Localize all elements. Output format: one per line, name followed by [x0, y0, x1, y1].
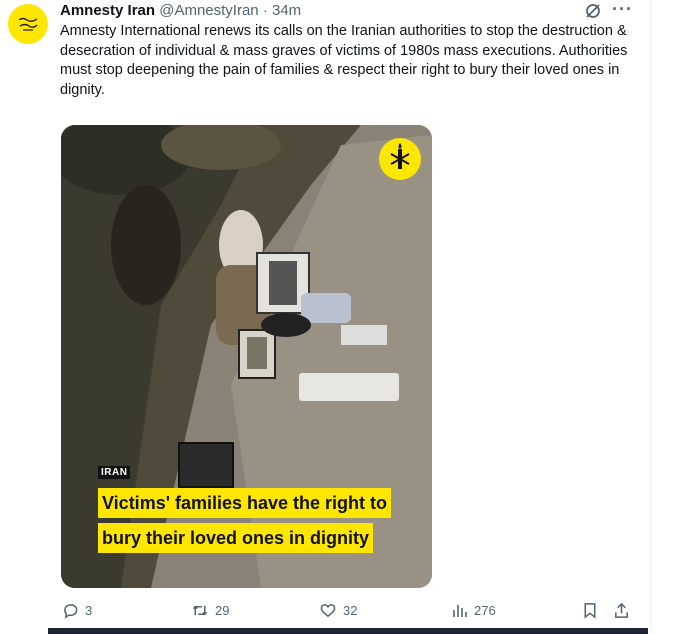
- repost-button[interactable]: 29: [191, 602, 229, 619]
- author-handle[interactable]: @AmnestyIran: [159, 2, 258, 19]
- repost-icon: [192, 605, 208, 616]
- column-divider: [650, 0, 651, 634]
- tweet-timestamp[interactable]: 34m: [272, 2, 301, 19]
- more-icon[interactable]: ···: [612, 0, 633, 20]
- bookmark-icon: [584, 603, 596, 619]
- bookmark-button[interactable]: [582, 602, 598, 619]
- reply-count: 3: [85, 603, 93, 618]
- tweet-actions: 3 29 32 276: [60, 602, 640, 626]
- amnesty-logo-badge: [379, 138, 421, 180]
- author-name[interactable]: Amnesty Iran: [60, 2, 155, 19]
- like-count: 32: [343, 603, 358, 618]
- header-separator: ·: [262, 2, 268, 19]
- like-button[interactable]: 32: [319, 602, 357, 619]
- amnesty-candle-icon: [390, 143, 410, 169]
- media-caption-line-2: bury their loved ones in dignity: [98, 523, 374, 553]
- views-count: 276: [474, 602, 496, 618]
- views-button[interactable]: 276: [452, 602, 496, 618]
- tweet-text: Amnesty International renews its calls o…: [60, 23, 628, 98]
- media-caption-line-1: Victims' families have the right to: [98, 488, 392, 518]
- tweet[interactable]: Amnesty Iran @AmnestyIran · 34m ··· Amne…: [0, 0, 650, 634]
- share-button[interactable]: [613, 602, 630, 619]
- media-location-tag: IRAN: [98, 466, 131, 479]
- repost-count: 29: [215, 603, 230, 618]
- media-scene-image: [61, 125, 432, 588]
- like-icon: [320, 604, 336, 618]
- views-icon: [453, 605, 467, 617]
- grok-icon[interactable]: [584, 2, 602, 20]
- tweet-media-video[interactable]: IRAN Victims' families have the right to…: [61, 125, 432, 588]
- bottom-bar: [48, 628, 648, 634]
- tweet-header: Amnesty Iran @AmnestyIran · 34m: [60, 2, 301, 20]
- reply-icon: [64, 604, 78, 619]
- share-icon: [615, 602, 628, 618]
- amnesty-candle-icon: [18, 17, 38, 31]
- reply-button[interactable]: 3: [62, 602, 92, 619]
- author-avatar[interactable]: [8, 4, 48, 44]
